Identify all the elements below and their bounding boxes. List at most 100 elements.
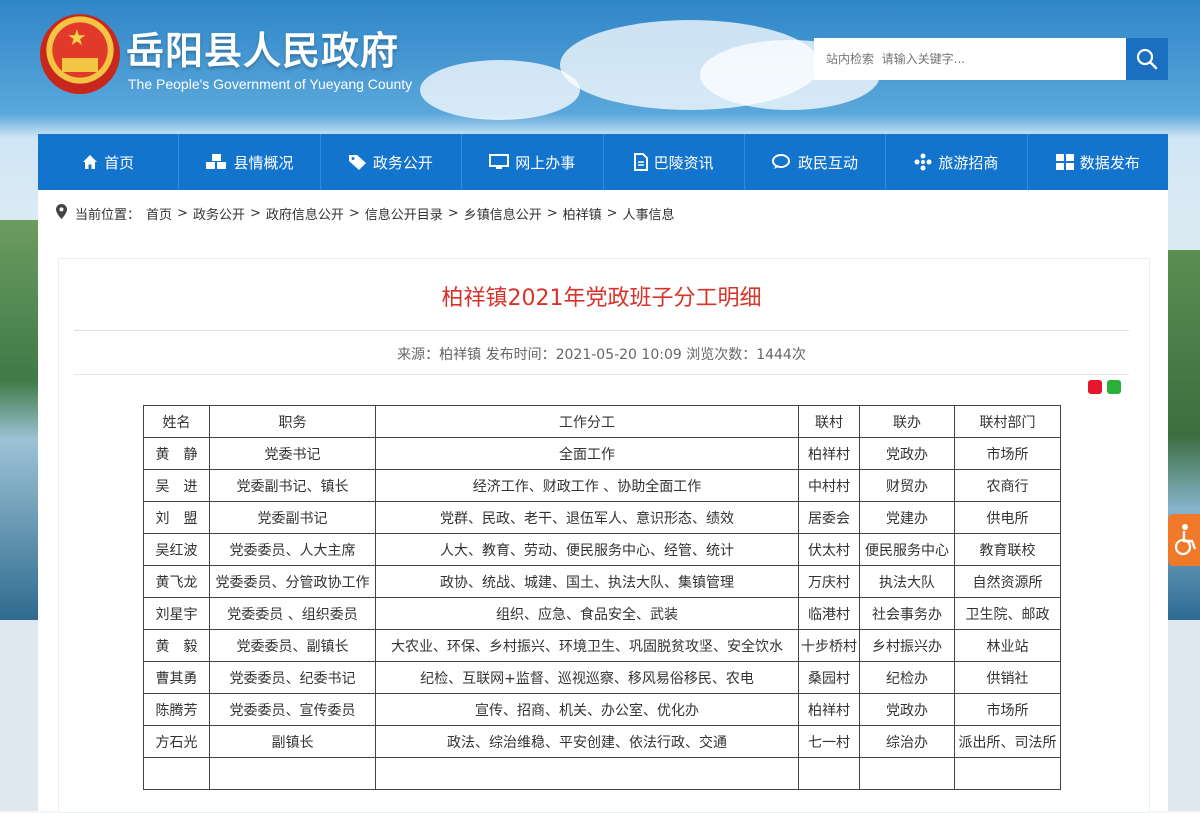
share-bar bbox=[1088, 380, 1121, 394]
nav-label: 政务公开 bbox=[372, 153, 433, 172]
table-row: 陈腾芳 党委委员、宣传委员 宣传、招商、机关、办公室、优化办 柏祥村 党政办 市场所 bbox=[143, 693, 1061, 726]
table-cell bbox=[859, 757, 955, 790]
table-cell: 党委委员、人大主席 bbox=[209, 533, 376, 566]
breadcrumb-item[interactable]: 政务公开 bbox=[193, 204, 245, 223]
table-cell: 党委委员、宣传委员 bbox=[209, 693, 376, 726]
article-title: 柏祥镇2021年党政班子分工明细 bbox=[441, 286, 762, 311]
nav-baling-news[interactable]: 巴陵资讯 bbox=[604, 134, 745, 190]
table-cell: 便民服务中心 bbox=[859, 533, 955, 566]
breadcrumb-item[interactable]: 乡镇信息公开 bbox=[464, 204, 542, 223]
weibo-share-icon[interactable] bbox=[1088, 380, 1102, 394]
table-cell bbox=[954, 757, 1061, 790]
table-cell: 吴红波 bbox=[143, 533, 210, 566]
landscape-left bbox=[0, 220, 40, 620]
table-cell: 刘 盟 bbox=[143, 501, 210, 534]
table-cell: 临港村 bbox=[798, 597, 860, 630]
breadcrumb-item[interactable]: 人事信息 bbox=[623, 204, 675, 223]
table-cell: 黄 静 bbox=[143, 437, 210, 470]
location-pin-icon bbox=[56, 204, 67, 223]
table-cell: 供电所 bbox=[954, 501, 1061, 534]
table-cell bbox=[375, 757, 799, 790]
table-cell: 社会事务办 bbox=[859, 597, 955, 630]
search-input[interactable] bbox=[814, 38, 1126, 80]
table-row: 刘 盟党委副书记 党群、民政、老干、退伍军人、意识形态、绩效 居委会 党建办 供电所 bbox=[143, 501, 1061, 534]
table-cell: 柏祥村 bbox=[798, 693, 860, 726]
accessibility-button[interactable] bbox=[1168, 514, 1200, 566]
table-header: 联村部门 bbox=[954, 405, 1061, 438]
nav-government-affairs[interactable]: 政务公开 bbox=[321, 134, 463, 190]
table-header: 联村 bbox=[798, 405, 860, 438]
monitor-icon bbox=[489, 154, 510, 170]
table-cell: 党委委员 、组织委员 bbox=[209, 597, 376, 630]
table-cell: 财贸办 bbox=[859, 469, 955, 502]
breadcrumb-item[interactable]: 首页 bbox=[146, 204, 172, 223]
table-cell: 居委会 bbox=[798, 501, 860, 534]
nav-label: 旅游招商 bbox=[938, 153, 999, 172]
table-cell: 政协、统战、城建、国土、执法大队、集镇管理 bbox=[375, 565, 799, 598]
site-search bbox=[814, 38, 1168, 80]
nav-interaction[interactable]: 政民互动 bbox=[745, 134, 887, 190]
nav-tourism-investment[interactable]: 旅游招商 bbox=[886, 134, 1028, 190]
chat-icon bbox=[772, 154, 792, 170]
table-row: 吴红波 党委委员、人大主席 人大、教育、劳动、便民服务中心、经管、统计 伏太村 便民服务… bbox=[143, 533, 1061, 566]
table-row: 吴 进党委副书记、镇长 经济工作、财政工作 、协助全面工作 中村村 财贸办 农商行 bbox=[143, 469, 1061, 502]
nav-label: 政民互动 bbox=[798, 153, 859, 172]
table-cell: 农商行 bbox=[954, 469, 1061, 502]
tag-icon bbox=[348, 154, 367, 170]
table-cell: 党政办 bbox=[859, 437, 955, 470]
table-cell: 综治办 bbox=[859, 725, 955, 758]
table-cell: 柏祥村 bbox=[798, 437, 860, 470]
nav-data-release[interactable]: 数据发布 bbox=[1028, 134, 1168, 190]
table-header: 工作分工 bbox=[375, 405, 799, 438]
table-header: 职务 bbox=[209, 405, 376, 438]
search-icon bbox=[1136, 48, 1158, 70]
nav-county-overview[interactable]: 县情概况 bbox=[179, 134, 321, 190]
table-cell: 供销社 bbox=[954, 661, 1061, 694]
cloud-decoration bbox=[420, 60, 580, 120]
table-cell: 政法、综治维稳、平安创建、依法行政、交通 bbox=[375, 725, 799, 758]
nav-label: 巴陵资讯 bbox=[653, 153, 714, 172]
table-header: 联办 bbox=[859, 405, 955, 438]
table-cell: 全面工作 bbox=[375, 437, 799, 470]
table-row: 曹其勇 党委委员、纪委书记 纪检、互联网+监督、巡视巡察、移风易俗移民、农电 桑园村纪… bbox=[143, 661, 1061, 694]
breadcrumb-prefix: 当前位置： bbox=[75, 208, 141, 223]
table-cell: 纪检办 bbox=[859, 661, 955, 694]
national-emblem-logo: ★ bbox=[40, 14, 120, 94]
wechat-share-icon[interactable] bbox=[1107, 380, 1121, 394]
table-cell: 执法大队 bbox=[859, 565, 955, 598]
divider bbox=[74, 330, 1129, 331]
table-cell: 副镇长 bbox=[209, 725, 376, 758]
table-cell: 乡村振兴办 bbox=[859, 629, 955, 662]
breadcrumb-item[interactable]: 柏祥镇 bbox=[563, 204, 602, 223]
division-table: 姓名 职务 工作分工 联村 联办 联村部门 黄 静党委书记 全面工作 柏祥村 党政办市… bbox=[143, 405, 1061, 790]
table-cell: 林业站 bbox=[954, 629, 1061, 662]
table-cell: 自然资源所 bbox=[954, 565, 1061, 598]
nav-label: 网上办事 bbox=[515, 153, 576, 172]
table-cell: 刘星宇 bbox=[143, 597, 210, 630]
table-cell bbox=[143, 757, 210, 790]
table-cell: 卫生院、邮政 bbox=[954, 597, 1061, 630]
table-header: 姓名 bbox=[143, 405, 210, 438]
breadcrumb: 当前位置： 首页 > 政务公开 > 政府信息公开 > 信息公开目录 > 乡镇信息公开 > … bbox=[56, 204, 675, 223]
nav-home[interactable]: 首页 bbox=[38, 134, 180, 190]
search-button[interactable] bbox=[1126, 38, 1168, 80]
breadcrumb-item[interactable]: 政府信息公开 bbox=[266, 204, 344, 223]
home-icon bbox=[82, 154, 98, 170]
table-cell: 中村村 bbox=[798, 469, 860, 502]
table-cell: 党委委员、分管政协工作 bbox=[209, 565, 376, 598]
main-nav: 首页 县情概况 政务公开 网上办事 巴陵资讯 政民互动 旅游招商 数据发布 bbox=[38, 134, 1168, 190]
nav-label: 首页 bbox=[104, 153, 135, 172]
site-title: 岳阳县人民政府 bbox=[126, 29, 400, 73]
table-cell: 党委副书记 bbox=[209, 501, 376, 534]
table-cell: 伏太村 bbox=[798, 533, 860, 566]
table-cell: 党政办 bbox=[859, 693, 955, 726]
article-meta: 来源：柏祥镇 发布时间：2021-05-20 10:09 浏览次数：1444次 bbox=[397, 347, 806, 363]
table-cell: 人大、教育、劳动、便民服务中心、经管、统计 bbox=[375, 533, 799, 566]
nav-online-services[interactable]: 网上办事 bbox=[462, 134, 604, 190]
divider bbox=[74, 374, 1129, 375]
breadcrumb-item[interactable]: 信息公开目录 bbox=[365, 204, 443, 223]
table-cell: 党委书记 bbox=[209, 437, 376, 470]
table-cell: 派出所、司法所 bbox=[954, 725, 1061, 758]
table-cell: 党群、民政、老干、退伍军人、意识形态、绩效 bbox=[375, 501, 799, 534]
table-cell: 陈腾芳 bbox=[143, 693, 210, 726]
